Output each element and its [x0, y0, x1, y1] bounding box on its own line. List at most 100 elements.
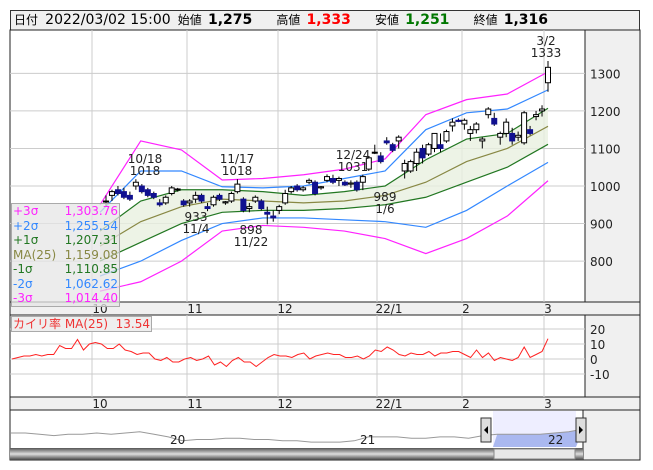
price-tick: 1200	[590, 105, 621, 119]
candle	[425, 144, 432, 155]
navigator-year-label: 21	[360, 433, 375, 447]
candle	[150, 193, 157, 198]
month-label: 12	[277, 302, 292, 316]
candle	[443, 131, 450, 142]
legend-value: 1,014.40	[64, 291, 118, 305]
candle	[473, 123, 480, 131]
candle	[108, 191, 115, 196]
candle	[377, 155, 384, 163]
oscillator-value: 13.54	[115, 317, 151, 331]
legend-name: -1σ	[13, 262, 33, 276]
candle	[515, 134, 522, 138]
candle	[455, 119, 462, 122]
oscillator-label: カイリ率 MA(25)	[13, 317, 109, 331]
scrollbar-thumb[interactable]	[493, 448, 576, 460]
candle	[527, 129, 534, 134]
candle	[395, 136, 402, 142]
candle	[383, 140, 390, 144]
candle	[389, 144, 396, 151]
candle	[138, 185, 145, 193]
candle	[180, 200, 187, 206]
candle	[509, 132, 516, 142]
candle	[437, 144, 444, 149]
annotation-value: 1031	[338, 160, 369, 174]
osc-tick: 20	[590, 323, 605, 337]
candle	[324, 176, 330, 181]
candle	[533, 114, 540, 118]
candle	[156, 202, 163, 206]
month-label: 3	[544, 397, 552, 411]
candle	[252, 196, 259, 202]
annotation-date: 11/22	[234, 235, 269, 249]
candle	[258, 200, 265, 210]
bollinger-legend: +3σ 1,303.76 +2σ 1,255.54 +1σ 1,207.31 MA(25) 1…	[11, 203, 120, 307]
price-tick: 1300	[590, 67, 621, 81]
stock-chart-window: 日付 2022/03/02 15:00 始値 1,275 高値 1,333 安値…	[0, 0, 653, 470]
price-tick: 1000	[590, 180, 621, 194]
candle	[419, 147, 426, 159]
candle	[318, 186, 325, 189]
candle	[282, 193, 289, 204]
annotation-value: 1333	[531, 46, 562, 60]
annotation-date: 11/4	[183, 222, 210, 236]
legend-name: +3σ	[13, 204, 39, 218]
legend-row: +3σ 1,303.76	[12, 204, 119, 219]
candle	[270, 215, 277, 219]
legend-name: -3σ	[13, 291, 33, 305]
month-label: 11	[187, 302, 202, 316]
legend-value: 1,062.62	[64, 276, 118, 291]
candle	[192, 194, 199, 200]
month-label: 2	[462, 397, 470, 411]
candle	[114, 189, 121, 195]
candle	[407, 161, 414, 172]
candle	[485, 108, 492, 116]
price-tick: 1100	[590, 142, 621, 156]
legend-row: -2σ 1,062.62	[12, 277, 119, 292]
month-label: 3	[544, 302, 552, 316]
candle	[491, 117, 498, 125]
candle	[103, 200, 109, 203]
candle	[461, 119, 468, 125]
candle	[210, 196, 217, 206]
legend-value: 1,207.31	[64, 233, 118, 247]
candle	[228, 193, 235, 202]
month-label: 22/1	[376, 397, 403, 411]
candle	[276, 206, 283, 211]
osc-tick: 10	[590, 338, 605, 352]
candle	[162, 196, 169, 204]
candle	[240, 198, 247, 211]
oscillator-legend: カイリ率 MA(25) 13.54	[11, 316, 153, 332]
candle	[174, 188, 181, 191]
candle	[329, 177, 336, 183]
candle	[126, 194, 133, 200]
osc-tick: 0	[590, 353, 598, 367]
legend-name: +1σ	[13, 233, 39, 247]
candle	[294, 185, 301, 191]
candle	[120, 191, 127, 198]
annotation-value: 933	[185, 210, 208, 224]
candle	[545, 66, 551, 84]
candle	[144, 189, 151, 196]
month-label: 2	[462, 302, 470, 316]
candle	[353, 181, 360, 191]
candle	[359, 176, 366, 183]
price-tick: 900	[590, 218, 613, 232]
legend-name: +2σ	[13, 218, 39, 233]
candle	[300, 187, 307, 191]
candle	[168, 187, 175, 195]
legend-row: +1σ 1,207.31	[12, 233, 119, 248]
month-label: 22/1	[376, 302, 403, 316]
annotation-value: 989	[374, 190, 397, 204]
annotation-value: 1018	[222, 164, 253, 178]
candle	[431, 132, 438, 149]
candle	[467, 129, 474, 134]
candle	[497, 132, 504, 138]
month-label: 12	[277, 397, 292, 411]
candle	[222, 201, 229, 204]
candle	[246, 206, 253, 210]
legend-value: 1,110.85	[64, 262, 118, 276]
candle	[521, 112, 528, 144]
candle	[539, 108, 546, 112]
legend-row: +2σ 1,255.54	[12, 219, 119, 234]
month-label: 11	[187, 397, 202, 411]
